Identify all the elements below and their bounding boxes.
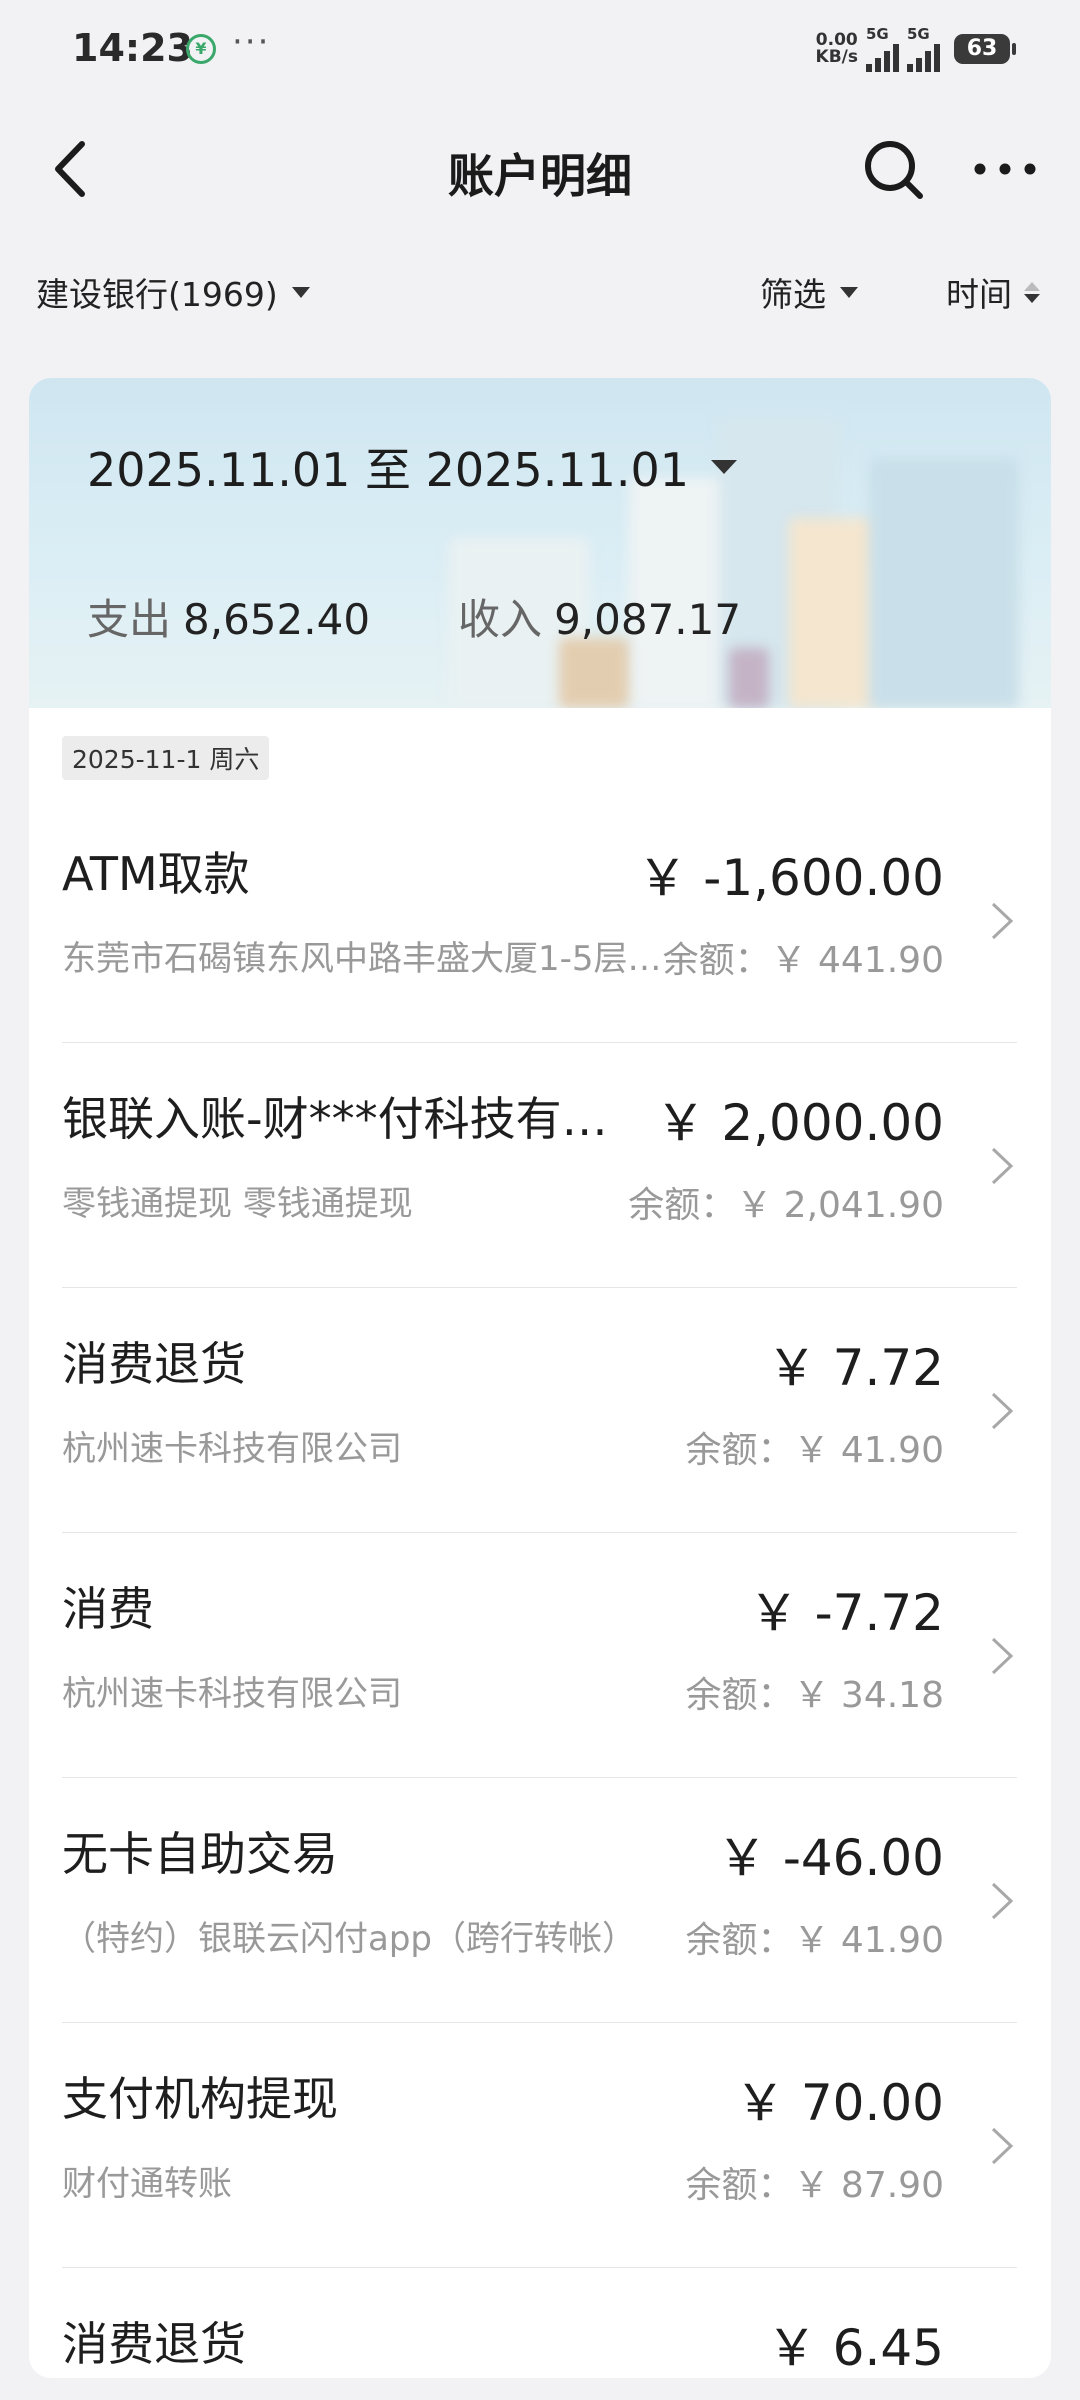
- transaction-title: ATM取款: [62, 847, 250, 901]
- signal-label: 5G: [866, 24, 889, 43]
- transaction-row[interactable]: 无卡自助交易 ￥ -46.00 （特约）银联云闪付app（跨行转帐） 余额：￥ …: [29, 1778, 1051, 2023]
- income-label: 收入: [458, 595, 543, 644]
- transaction-title: 支付机构提现: [62, 2072, 338, 2126]
- transaction-amount: ￥ 70.00: [734, 2074, 944, 2132]
- transaction-balance: 余额：￥ 87.90: [685, 2165, 944, 2206]
- signal-label: 5G: [907, 24, 930, 43]
- battery-icon: 63: [954, 34, 1016, 64]
- chevron-right-icon: [991, 902, 1014, 940]
- transaction-amount: ￥ 7.72: [766, 1339, 944, 1397]
- income-total: 收入 9,087.17: [458, 586, 741, 647]
- transaction-description: 杭州速卡科技有限公司: [62, 1674, 402, 1714]
- filter-label: 筛选: [760, 275, 826, 314]
- status-indicators: 0.00 KB/s 5G 5G 63: [816, 24, 1016, 74]
- date-group-header: 2025-11-1 周六: [62, 736, 270, 780]
- transaction-description: 杭州速卡科技有限公司: [62, 1429, 402, 1469]
- filter-dropdown[interactable]: 筛选: [760, 268, 858, 316]
- network-speed: 0.00 KB/s: [816, 32, 858, 66]
- transaction-description: （特约）银联云闪付app（跨行转帐）: [62, 1919, 636, 1959]
- transaction-row[interactable]: 消费退货 ￥ 7.72 杭州速卡科技有限公司 余额：￥ 41.90: [29, 1288, 1051, 1533]
- transaction-amount: ￥ 6.45: [766, 2319, 944, 2377]
- totals-summary: 支出 8,652.40 收入 9,087.17: [87, 586, 741, 647]
- caret-down-icon: [711, 460, 737, 474]
- date-range-label: 2025.11.01 至 2025.11.01: [87, 443, 689, 497]
- transaction-row[interactable]: 消费退货 ￥ 6.45: [29, 2268, 1051, 2378]
- income-value: 9,087.17: [554, 595, 742, 644]
- date-range-selector[interactable]: 2025.11.01 至 2025.11.01: [87, 434, 737, 500]
- transaction-row[interactable]: 支付机构提现 ￥ 70.00 财付通转账 余额：￥ 87.90: [29, 2023, 1051, 2268]
- status-time: 14:23: [72, 26, 193, 70]
- transaction-amount: ￥ -1,600.00: [637, 849, 944, 907]
- top-app-bar: 账户明细: [0, 110, 1080, 230]
- transaction-balance: 余额：￥ 441.90: [662, 940, 944, 981]
- transaction-row[interactable]: 消费 ￥ -7.72 杭州速卡科技有限公司 余额：￥ 34.18: [29, 1533, 1051, 1778]
- expense-total: 支出 8,652.40: [87, 586, 370, 647]
- chevron-right-icon: [991, 1637, 1014, 1675]
- filter-bar: 建设银行(1969) 筛选 时间: [0, 262, 1080, 322]
- search-button[interactable]: [858, 134, 928, 204]
- transaction-amount: ￥ 2,000.00: [655, 1094, 944, 1152]
- chevron-right-icon: [991, 2127, 1014, 2165]
- transaction-title: 无卡自助交易: [62, 1827, 338, 1881]
- expense-value: 8,652.40: [183, 595, 371, 644]
- status-overflow-dots: ···: [232, 22, 271, 62]
- search-icon: [865, 141, 923, 199]
- chevron-right-icon: [991, 1392, 1014, 1430]
- chevron-right-icon: [991, 1147, 1014, 1185]
- transaction-title: 银联入账-财***付科技有限…: [62, 1092, 642, 1146]
- transaction-description: 财付通转账: [62, 2164, 232, 2204]
- transaction-balance: 余额：￥ 34.18: [685, 1675, 944, 1716]
- time-sort-toggle[interactable]: 时间: [946, 268, 1040, 316]
- caret-down-icon: [840, 286, 858, 298]
- signal-strength-icon: 5G: [866, 24, 899, 72]
- more-button[interactable]: [970, 134, 1040, 204]
- bank-account-selector[interactable]: 建设银行(1969): [36, 268, 310, 316]
- transaction-title: 消费退货: [62, 1337, 246, 1391]
- transaction-description: 东莞市石碣镇东风中路丰盛大厦1-5层…: [62, 939, 662, 979]
- status-bar: 14:23 ¥ ··· 0.00 KB/s 5G 5G 63: [0, 0, 1080, 100]
- transaction-amount: ￥ -46.00: [716, 1829, 944, 1887]
- network-speed-unit: KB/s: [815, 47, 858, 67]
- transactions-card: 2025.11.01 至 2025.11.01 支出 8,652.40 收入 9…: [29, 378, 1051, 2378]
- time-sort-label: 时间: [946, 275, 1012, 314]
- caret-down-icon: [291, 286, 310, 298]
- transaction-amount: ￥ -7.72: [748, 1584, 944, 1642]
- chevron-right-icon: [991, 1882, 1014, 1920]
- transaction-row[interactable]: 银联入账-财***付科技有限… ￥ 2,000.00 零钱通提现 零钱通提现 余…: [29, 1043, 1051, 1288]
- transaction-balance: 余额：￥ 2,041.90: [628, 1185, 944, 1226]
- transaction-row[interactable]: ATM取款 ￥ -1,600.00 东莞市石碣镇东风中路丰盛大厦1-5层… 余额…: [29, 798, 1051, 1043]
- transaction-title: 消费: [62, 1582, 154, 1636]
- transaction-list: ATM取款 ￥ -1,600.00 东莞市石碣镇东风中路丰盛大厦1-5层… 余额…: [29, 798, 1051, 2378]
- transaction-balance: 余额：￥ 41.90: [685, 1430, 944, 1471]
- transaction-description: 零钱通提现 零钱通提现: [62, 1184, 413, 1224]
- signal-strength-icon: 5G: [907, 24, 940, 72]
- bank-account-label: 建设银行(1969): [36, 275, 278, 314]
- wallet-app-notification-icon: ¥: [186, 34, 216, 64]
- more-dots-icon: [974, 163, 1036, 175]
- sort-icon: [1024, 281, 1040, 303]
- transaction-title: 消费退货: [62, 2317, 246, 2371]
- expense-label: 支出: [87, 595, 172, 644]
- summary-banner: 2025.11.01 至 2025.11.01 支出 8,652.40 收入 9…: [29, 378, 1051, 708]
- transaction-balance: 余额：￥ 41.90: [685, 1920, 944, 1961]
